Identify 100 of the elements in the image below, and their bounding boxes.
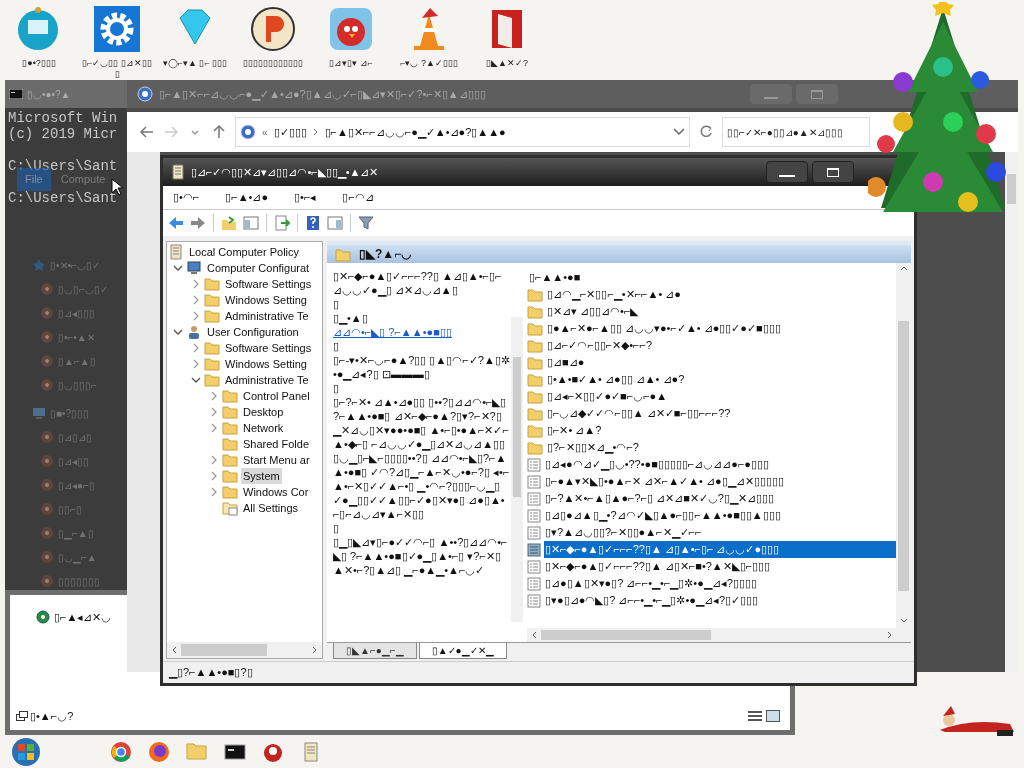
chevron-right-icon[interactable] [191,311,201,321]
drive-icon[interactable] [40,378,54,392]
tree-item[interactable]: Control Panel [241,387,312,405]
drive-icon[interactable] [40,526,54,540]
drive-icon[interactable] [40,430,54,444]
tree-item[interactable]: Local Computer Policy [187,243,302,261]
large-icons-view-icon[interactable] [766,709,780,722]
scrollbar[interactable] [167,642,322,658]
minimize-button[interactable] [766,161,808,183]
setting-row[interactable]: ▯⌐●▲▾✕◣▯•●▲⌐✕ ⊿✕⌐▲✓▲• ⊿●▯▁⊿✕▯▯▯▯▯ [544,473,896,490]
address-bar[interactable]: « ▯✓▯▯▯ ▯⌐▲▯✕⌐⌐⊿◡◡⌐●▁✓▲•⊿●?▯▲▲● [235,117,690,147]
chevron-up-icon[interactable] [899,265,908,271]
bird-icon[interactable] [328,6,374,52]
setting-row[interactable]: ▯⊿▯●⊿▲▯▁•?⊿◠✓◣▯▲●⌐▯▯⌐▲▲•●■▯▯▲▯▯▯ [544,507,896,524]
chevron-down-icon[interactable] [173,263,183,273]
chevron-right-icon[interactable] [209,391,219,401]
up-arrow-icon[interactable] [211,124,227,140]
star-icon[interactable] [32,258,46,272]
filter-icon[interactable] [358,215,374,231]
browser-icon[interactable] [110,740,132,763]
tree-item[interactable]: All Settings [241,499,301,517]
chevron-right-icon[interactable] [191,279,201,289]
setting-row[interactable]: ▯•▲•■✓▲• ⊿●▯▯ ⊿▲• ⊿●? [546,371,896,388]
tree-item[interactable]: Windows Setting [223,355,309,373]
menu-item[interactable]: ▯•◠⌐ [173,189,200,206]
pane-toggle-icon[interactable] [243,215,259,231]
refresh-icon[interactable] [698,124,714,140]
setting-row[interactable]: ▯●▲⌐✕●⌐▲▯▯ ⊿◡◡▾●•⌐✓▲• ⊿●▯▯✓●✓■▯▯▯ [546,320,896,337]
tree-item[interactable]: Computer Configurat [205,259,312,277]
help-link[interactable]: ⊿⊿◠•⌐◣▯ ?⌐▲▲•●■▯▯ [333,325,511,339]
chevron-right-icon[interactable] [887,631,893,639]
tab[interactable]: ▯◣▲⌐●▁⌐▁ [333,643,417,659]
chevron-down-icon[interactable] [899,618,908,624]
drive-icon[interactable] [40,306,54,320]
folder-up-icon[interactable] [221,215,237,231]
setting-row[interactable]: ▯⊿◠▁⌐✕▯▯⌐▁•✕⌐⌐▲• ⊿● [546,286,896,303]
chevron-right-icon[interactable] [191,359,201,369]
drive-icon[interactable] [40,502,54,516]
tree-item[interactable]: Windows Setting [223,291,309,309]
setting-row[interactable]: ▯⌐◡⊿◆✓✓◠⌐▯▯▲ ⊿✕✓■⌐▯▯⌐⌐⌐?? [546,405,896,422]
setting-row[interactable]: ▯⊿⌐✓◠⌐▯▯⌐✕◆•⌐⌐? [546,337,896,354]
tree-item[interactable]: Administrative Te [223,307,311,325]
setting-row[interactable]: ▯⊿◂⌐✕▯▯✓●✓■⌐◡⌐●▲ [546,388,896,405]
drive-icon[interactable] [40,354,54,368]
desktop-icon-label[interactable]: ▯●•?▯▯▯ [2,58,76,69]
help-icon[interactable] [305,215,321,231]
tree-item[interactable]: Shared Folde [241,435,312,453]
tree-item[interactable]: Desktop [241,403,286,421]
tree-item[interactable]: Windows Cor [241,483,311,501]
chevron-right-icon[interactable] [312,646,318,654]
details-view-icon[interactable] [748,709,762,722]
browser-icon[interactable] [148,740,170,763]
forward-arrow-icon[interactable] [190,215,206,231]
folder-icon[interactable] [186,740,208,763]
desktop-icon-label[interactable]: ▯⊿▾▯▾ ⊿⌐ [314,58,388,69]
setting-row[interactable]: ▯⊿●▯▲▯✕▾●▯? ⊿⌐⌐•▁•⌐▁▯✲•●▁⊿◂?▯▯▯▯ [544,575,896,592]
scrollbar[interactable] [511,317,523,622]
chevron-right-icon[interactable] [209,455,219,465]
chevron-left-icon[interactable] [171,646,177,654]
breadcrumb-item[interactable]: ▯✓▯▯▯ [273,123,307,141]
round-logo-icon[interactable] [250,6,296,52]
export-list-icon[interactable] [274,215,290,231]
gear-icon[interactable] [94,6,140,52]
menu-item[interactable]: ▯•⌐◂ [294,189,317,206]
chevron-left-icon[interactable] [531,631,537,639]
tree-item[interactable]: Software Settings [223,339,314,357]
desktop-icon-label[interactable]: ▾◯⌐▾▲ ▯⌐ ▯▯▯ [158,58,232,69]
chevron-right-icon[interactable] [209,423,219,433]
scrollbar[interactable] [1005,152,1018,672]
desktop-icon-label[interactable]: ▯⌐✓◡▯▯ ▯⊿✕▯▯▯ [80,58,154,80]
drive-icon[interactable] [40,454,54,468]
chevron-right-icon[interactable] [209,471,219,481]
chevron-down-icon[interactable] [173,327,183,337]
tree-item[interactable]: Software Settings [223,275,314,293]
drive-icon[interactable] [40,574,54,588]
setting-row[interactable]: ▯✕⌐◆⌐●▲▯✓⌐⌐⌐??▯▲ ⊿▯✕⌐■•?▲✕◣▯⌐▯▯▯ [544,558,896,575]
setting-row[interactable]: ▯✕⌐◆⌐●▲▯✓⌐⌐⌐??▯▲ ⊿▯▲•⌐▯⌐ ⊿◡◡✓●▯▯▯ [544,541,896,558]
forward-arrow-icon[interactable] [163,124,179,140]
menu-item[interactable]: ▯⌐◠⊿ [342,189,374,206]
menu-item[interactable]: ▯⌐▲•⊿● [225,189,269,206]
search-field[interactable]: ▯▯⌐✓✕⌐●▯▯⊿●▲✕⊿▯▯▯ [722,117,870,147]
chevron-right-icon[interactable] [191,343,201,353]
tab[interactable]: ▯▲✓●▁✓✕▁ [418,643,507,659]
action-pane-icon[interactable] [327,215,343,231]
setting-row[interactable]: ▯⌐✕• ⊿▲? [546,422,896,439]
chevron-right-icon[interactable] [209,407,219,417]
desktop-icon-label[interactable]: ▯◣▲✕✓? [470,58,544,69]
tree-item[interactable]: Network [241,419,286,437]
chevron-right-icon[interactable] [191,295,201,305]
drive-icon[interactable] [40,282,54,296]
setting-row[interactable]: ▯⊿■⊿● [546,354,896,371]
computer-icon[interactable] [32,406,46,420]
column-header[interactable]: ▯⌐▲▲•●■ [527,269,896,286]
chevron-down-icon[interactable] [191,375,201,385]
drive-icon[interactable] [40,550,54,564]
scrollbar[interactable] [527,628,911,642]
setting-row[interactable]: ▯✕⊿▾ ⊿▯▯⊿◠•⌐◣ [546,303,896,320]
drive-icon[interactable] [40,330,54,344]
setting-row[interactable]: ▯▾?▲⊿◡▯▯?⌐✕▯▯●▲⌐✕▁✓⌐⌐ [544,524,896,541]
desktop-icon-label[interactable]: ▯▯▯▯▯▯▯▯▯▯▯▯ [236,58,310,69]
